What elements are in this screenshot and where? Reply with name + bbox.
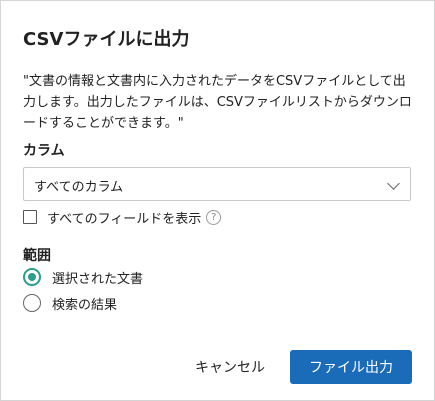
scope-option-search-results[interactable]: 検索の結果 xyxy=(23,293,117,313)
scope-section-label: 範囲 xyxy=(23,248,51,264)
radio-label-search-results: 検索の結果 xyxy=(52,297,118,313)
show-all-fields-option[interactable]: すべてのフィールドを表示 ? xyxy=(23,208,222,227)
csv-export-dialog: CSVファイルに出力 "文書の情報と文書内に入力されたデータをCSVファイルとし… xyxy=(0,0,435,401)
dialog-title: CSVファイルに出力 xyxy=(23,29,190,50)
column-section-label: カラム xyxy=(23,143,65,159)
radio-label-selected-documents: 選択された文書 xyxy=(52,271,144,287)
dialog-description: "文書の情報と文書内に入力されたデータをCSVファイルとして出力します。出力した… xyxy=(23,74,412,131)
radio-selected-documents[interactable] xyxy=(23,268,41,286)
help-icon[interactable]: ? xyxy=(206,209,222,225)
show-all-fields-checkbox[interactable] xyxy=(23,210,37,224)
chevron-down-icon xyxy=(387,177,400,190)
column-select[interactable]: すべてのカラム xyxy=(23,167,411,201)
show-all-fields-label: すべてのフィールドを表示 xyxy=(47,211,202,227)
column-select-value: すべてのカラム xyxy=(34,180,124,195)
scope-option-selected-documents[interactable]: 選択された文書 xyxy=(23,267,143,287)
radio-search-results[interactable] xyxy=(23,294,41,312)
export-file-button[interactable]: ファイル出力 xyxy=(290,350,412,384)
cancel-button[interactable]: キャンセル xyxy=(183,350,277,384)
